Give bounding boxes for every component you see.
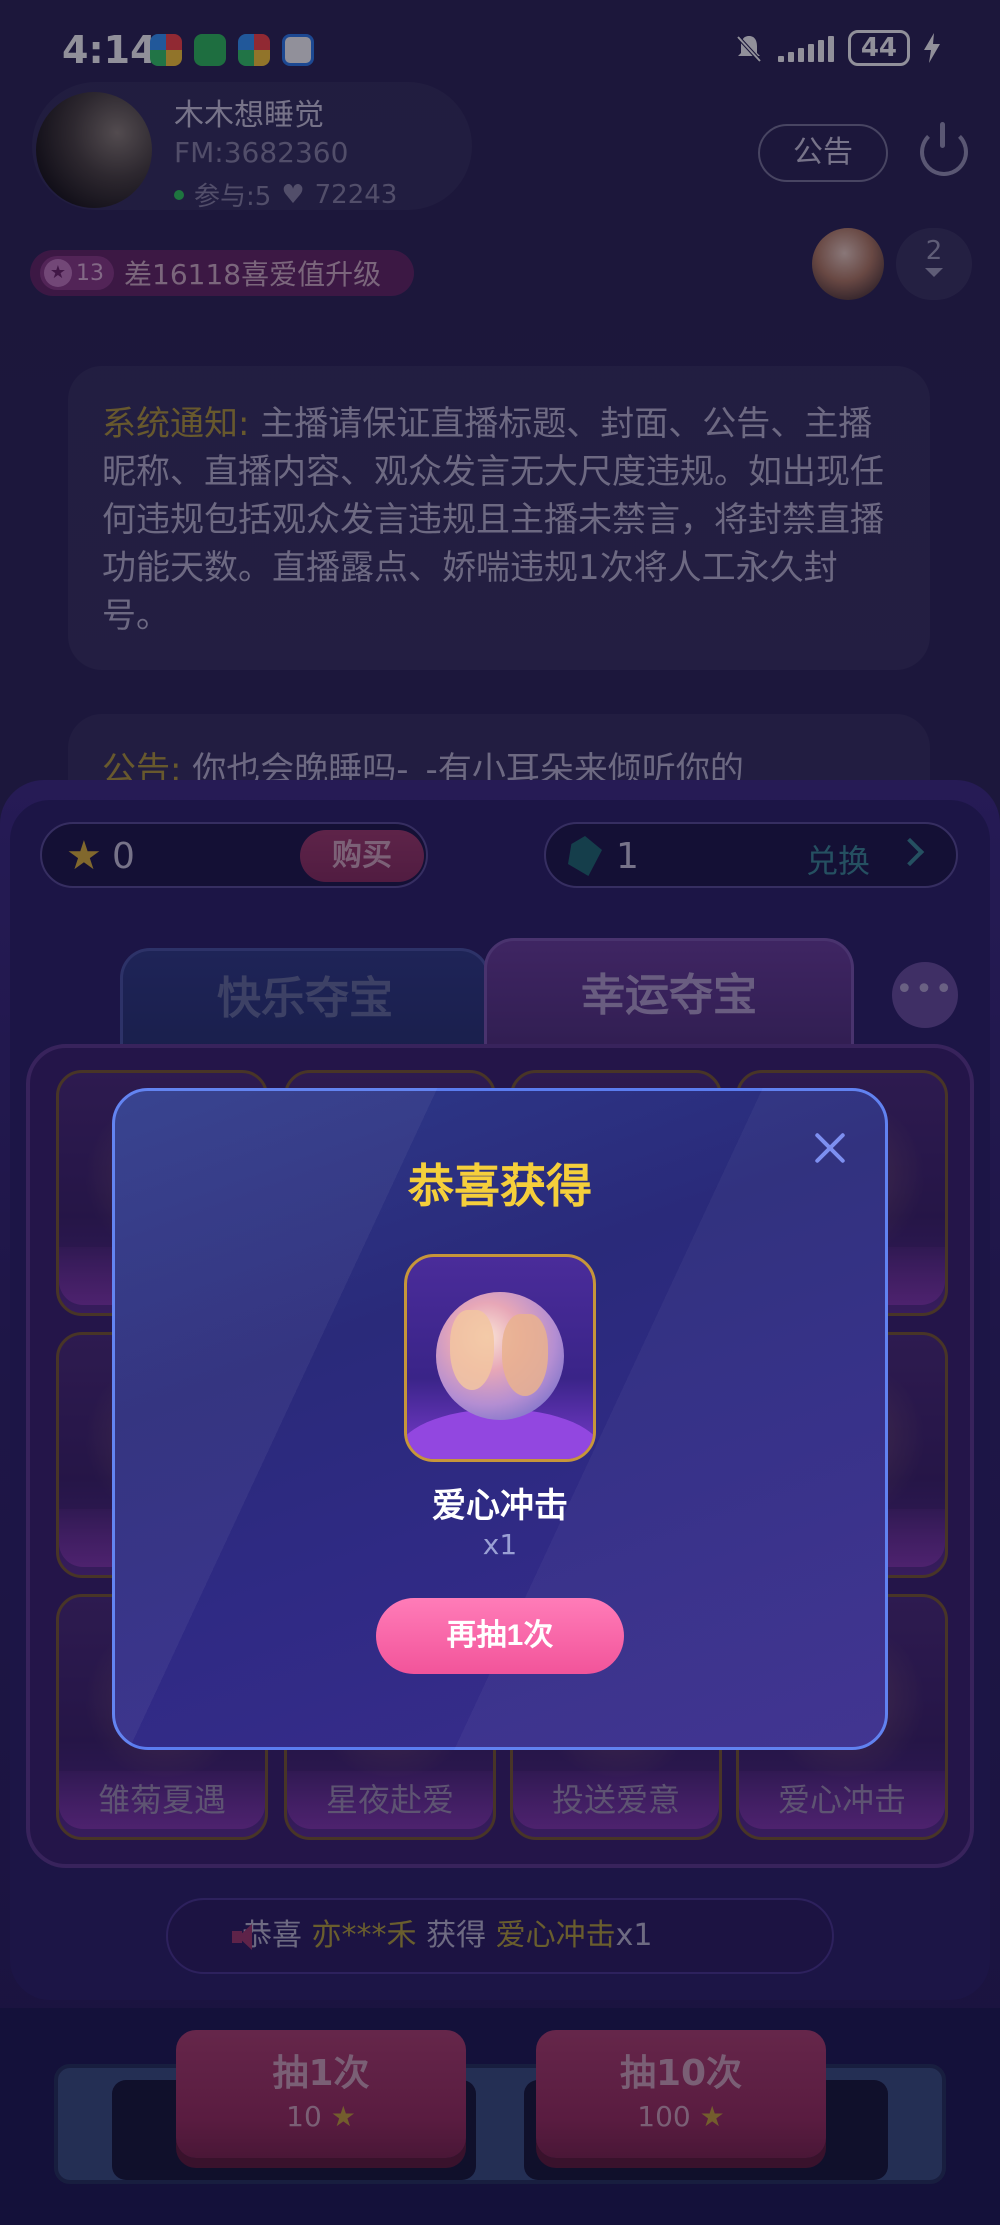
prize-quantity: x1 [482, 1528, 518, 1561]
prize-name: 爱心冲击 [432, 1486, 568, 1526]
prize-image [436, 1292, 564, 1420]
draw-again-button[interactable]: 再抽1次 [376, 1598, 624, 1674]
modal-title: 恭喜获得 [408, 1159, 592, 1213]
